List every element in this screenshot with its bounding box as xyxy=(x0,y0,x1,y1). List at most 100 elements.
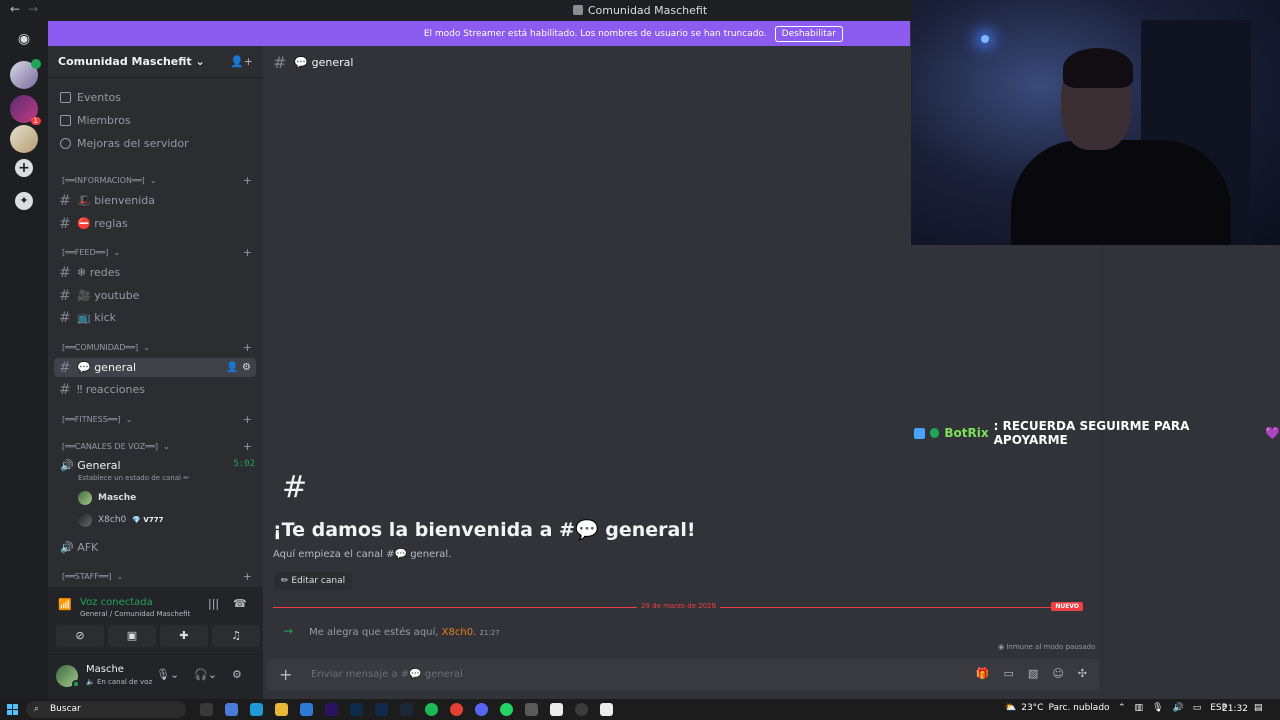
nav-members[interactable]: Miembros xyxy=(60,114,131,127)
photoshop-icon[interactable] xyxy=(350,703,363,716)
channel-bienvenida[interactable]: # 🎩 bienvenida xyxy=(54,191,256,210)
task-view-icon[interactable] xyxy=(200,703,213,716)
attach-plus-icon[interactable]: + xyxy=(279,665,292,684)
voice-status[interactable]: Voz conectada xyxy=(80,597,153,608)
banner-text: El modo Streamer está habilitado. Los no… xyxy=(423,28,767,39)
system-message: → Me alegra que estés aquí, X8ch0. 21:27 xyxy=(283,624,500,638)
message-input[interactable]: Enviar mensaje a #💬 general xyxy=(311,669,463,680)
weather-icon: ⛅ xyxy=(1005,703,1017,713)
channel-tools: 👤 ⚙ xyxy=(226,362,251,373)
user-name[interactable]: Masche xyxy=(86,664,124,675)
gift-icon[interactable]: 🎁 xyxy=(976,667,990,680)
windows-start-icon[interactable] xyxy=(7,704,18,715)
whatsapp-icon[interactable] xyxy=(500,703,513,716)
nav-events[interactable]: Eventos xyxy=(60,91,121,104)
steam-icon[interactable] xyxy=(400,703,413,716)
disconnect-icon[interactable]: ☎ xyxy=(233,597,247,610)
category-info[interactable]: [══INFORMACION══] ⌄ + xyxy=(62,174,252,187)
sticker-icon[interactable]: ▧ xyxy=(1028,667,1038,680)
server-name[interactable]: Comunidad Maschefit ⌄ xyxy=(58,55,205,68)
invite-icon[interactable]: 👤 xyxy=(226,362,238,373)
microphone-icon[interactable]: 🎙 xyxy=(1152,703,1163,713)
camera-off-button[interactable]: ⊘ xyxy=(56,625,104,647)
channel-sidebar: Comunidad Maschefit ⌄ 👤+ Eventos Miembro… xyxy=(48,46,263,699)
obs-icon[interactable] xyxy=(575,703,588,716)
battery-icon[interactable]: ▭ xyxy=(1193,703,1202,713)
server-icon-2[interactable]: 1 xyxy=(10,95,41,125)
emoji-icon[interactable]: ☺ xyxy=(1052,667,1063,680)
voice-user[interactable]: Masche xyxy=(78,491,136,505)
voice-location[interactable]: General / Comunidad Maschefit xyxy=(80,610,190,618)
settings-gear-icon[interactable] xyxy=(525,703,538,716)
add-channel-icon[interactable]: + xyxy=(243,246,252,259)
category-voice[interactable]: [══CANALES DE VOZ══] ⌄ + xyxy=(62,440,252,453)
add-server-icon[interactable]: + xyxy=(15,159,33,177)
notion-icon-2[interactable] xyxy=(600,703,613,716)
voice-user[interactable]: X8ch0 💎 V777 xyxy=(78,513,163,527)
server-icon-1[interactable] xyxy=(10,59,41,89)
discord-home-icon[interactable]: ◉ xyxy=(10,25,38,53)
server-header[interactable]: Comunidad Maschefit ⌄ 👤+ xyxy=(48,46,263,78)
server-icon xyxy=(572,5,583,15)
invite-people-icon[interactable]: 👤+ xyxy=(230,55,253,68)
message-timestamp: 21:27 xyxy=(479,629,500,637)
channel-youtube[interactable]: # 🎥 youtube xyxy=(54,286,256,305)
volume-icon[interactable]: 🔊 xyxy=(1173,703,1184,713)
server-icon-3[interactable] xyxy=(10,125,38,153)
nav-boosts[interactable]: Mejoras del servidor xyxy=(60,137,189,150)
spotify-icon[interactable] xyxy=(425,703,438,716)
voice-channel-afk[interactable]: 🔊 AFK xyxy=(60,541,255,554)
edit-channel-button[interactable]: ✏ Editar canal xyxy=(274,572,353,590)
chevron-up-icon[interactable]: ⌃ xyxy=(1118,703,1126,713)
activities-button[interactable]: ✚ xyxy=(160,625,208,647)
copilot-icon[interactable] xyxy=(225,703,238,716)
add-channel-icon[interactable]: + xyxy=(243,570,252,583)
premiere-icon[interactable] xyxy=(325,703,338,716)
voice-channel-general[interactable]: 🔊 General 5:02 xyxy=(60,459,255,472)
channel-general[interactable]: # 💬 general 👤 ⚙ xyxy=(54,358,256,377)
hash-icon: # xyxy=(59,287,71,304)
channel-redes[interactable]: # ❄ redes xyxy=(54,263,256,282)
channel-reacciones[interactable]: # ‼ reacciones xyxy=(54,380,256,399)
file-explorer-icon[interactable] xyxy=(275,703,288,716)
user-settings-gear-icon[interactable]: ⚙ xyxy=(232,668,242,681)
category-fitness[interactable]: [══FITNESS══] ⌄ + xyxy=(62,413,252,426)
soundboard-button[interactable]: ♫ xyxy=(212,625,260,647)
channel-reglas[interactable]: # ⛔ reglas xyxy=(54,214,256,233)
category-community[interactable]: [══COMUNIDAD══] ⌄ + xyxy=(62,341,252,354)
add-channel-icon[interactable]: + xyxy=(243,341,252,354)
category-staff[interactable]: [══STAFF══] ⌄ + xyxy=(62,570,252,583)
message-username[interactable]: X8ch0. xyxy=(442,627,477,638)
gif-icon[interactable]: ▭ xyxy=(1004,667,1014,680)
notification-icon[interactable]: ▤ xyxy=(1254,703,1263,713)
noise-suppression-icon[interactable]: ||| xyxy=(208,597,219,610)
edge-icon[interactable] xyxy=(250,703,263,716)
message-composer[interactable]: + Enviar mensaje a #💬 general 🎁 ▭ ▧ ☺ ✣ xyxy=(267,659,1099,691)
screen-share-button[interactable]: ▣ xyxy=(108,625,156,647)
bot-name: BotRix xyxy=(944,426,989,440)
add-channel-icon[interactable]: + xyxy=(243,440,252,453)
overlay-message: : RECUERDA SEGUIRME PARA APOYARME xyxy=(993,419,1190,447)
discover-compass-icon[interactable]: ✦ xyxy=(15,192,33,210)
system-tray: ⌃ ▥ 🎙 🔊 ▭ ESP xyxy=(1118,703,1227,713)
mail-icon[interactable] xyxy=(300,703,313,716)
disable-streamer-button[interactable]: Deshabilitar xyxy=(774,25,843,42)
taskbar-search[interactable]: ⌕ Buscar xyxy=(26,701,186,718)
add-channel-icon[interactable]: + xyxy=(243,413,252,426)
weather-widget[interactable]: ⛅ 23°C Parc. nublado xyxy=(1005,703,1110,713)
verified-icon xyxy=(929,428,940,438)
lightroom-icon[interactable] xyxy=(375,703,388,716)
wifi-icon[interactable]: ▥ xyxy=(1135,703,1144,713)
headphones-icon[interactable]: 🎧⌄ xyxy=(194,668,217,681)
microphone-icon[interactable]: 🎙⌄ xyxy=(156,668,179,681)
settings-gear-icon[interactable]: ⚙ xyxy=(242,362,251,373)
discord-icon[interactable] xyxy=(475,703,488,716)
set-channel-status[interactable]: Establece un estado de canal ✏ xyxy=(78,474,189,482)
add-channel-icon[interactable]: + xyxy=(243,174,252,187)
chrome-icon[interactable] xyxy=(450,703,463,716)
apps-icon[interactable]: ✣ xyxy=(1078,667,1087,680)
notion-icon[interactable] xyxy=(550,703,563,716)
category-feed[interactable]: [══FEED══] ⌄ + xyxy=(62,246,252,259)
taskbar-clock[interactable]: 21:32 xyxy=(1222,704,1248,714)
channel-kick[interactable]: # 📺 kick xyxy=(54,308,256,327)
